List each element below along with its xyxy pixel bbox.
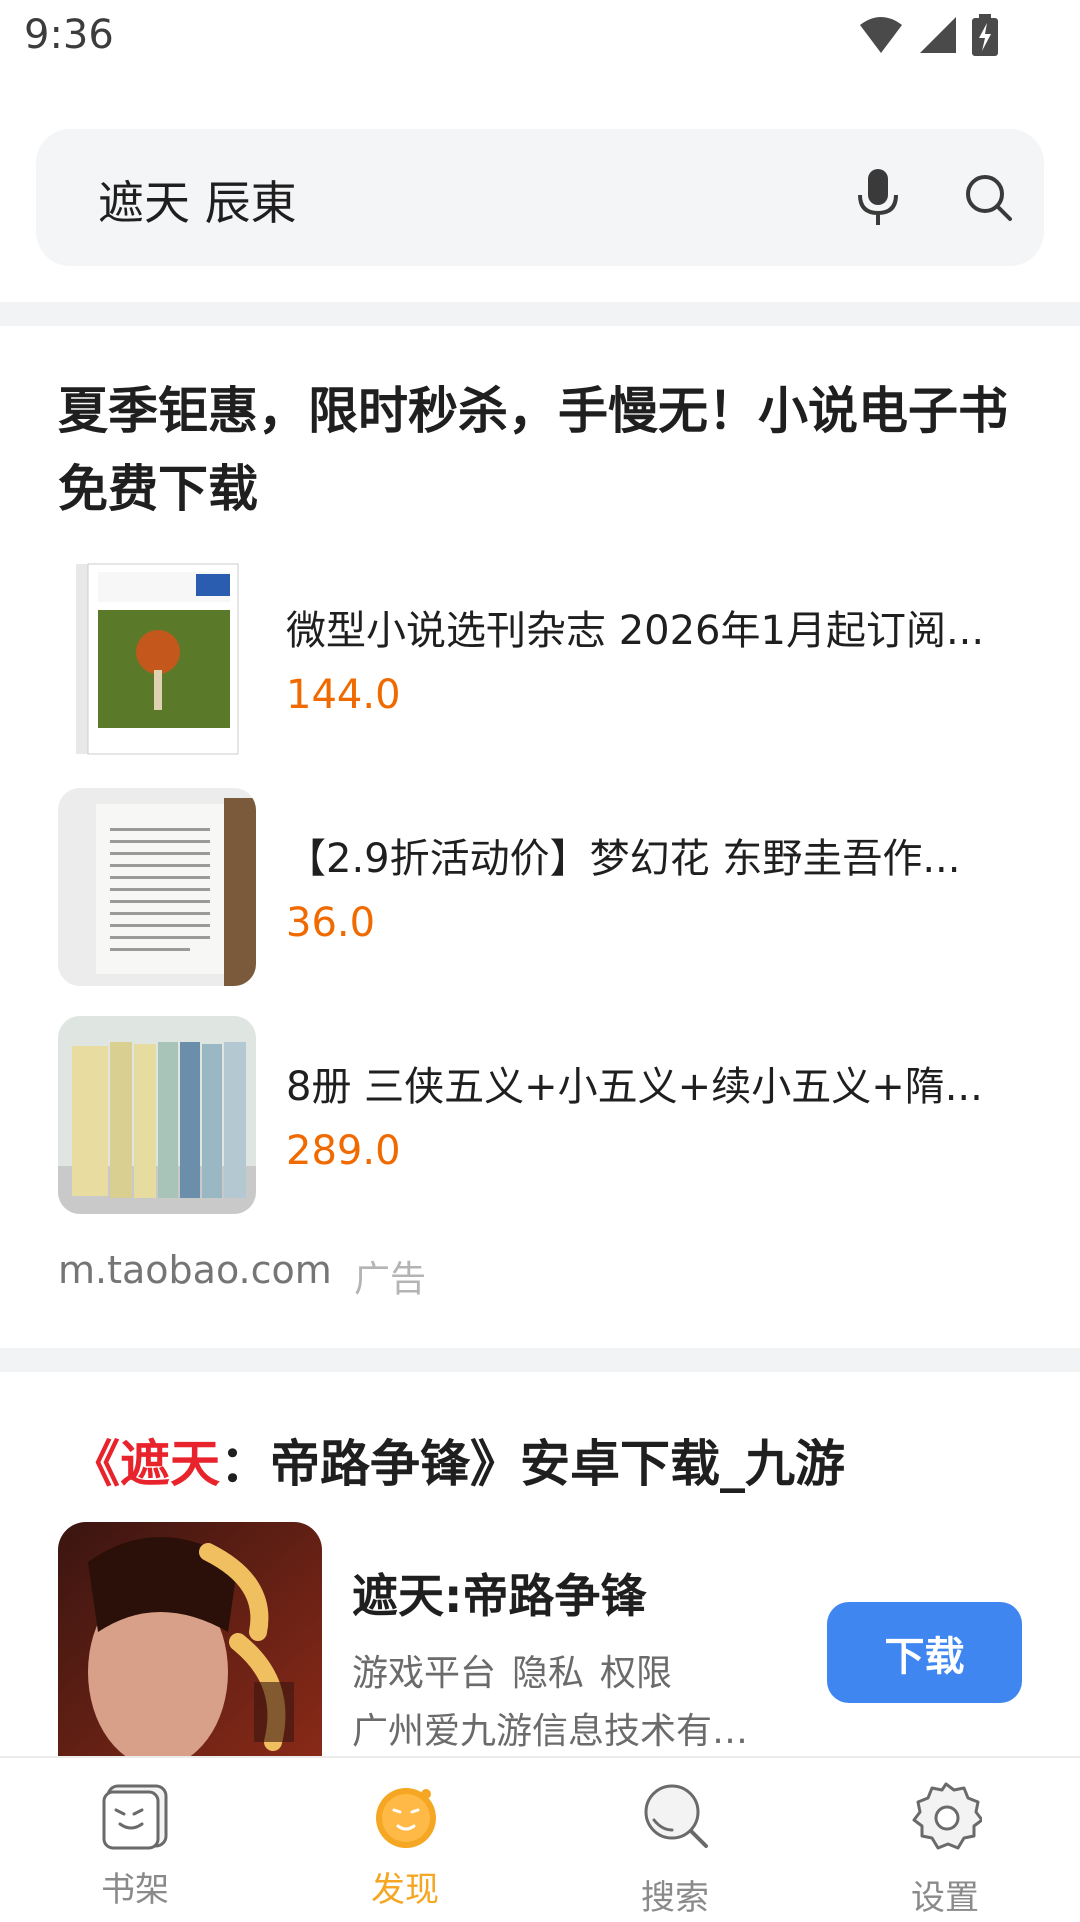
game-result-title[interactable]: 《遮天：帝路争锋》安卓下载_九游 xyxy=(70,1424,845,1496)
ad-source-domain[interactable]: m.taobao.com xyxy=(58,1248,332,1292)
product-name: 8册 三侠五义+小五义+续小五义+隋... xyxy=(286,1064,983,1110)
nav-label: 搜索 xyxy=(641,1878,709,1918)
product-thumbnail xyxy=(58,1016,256,1214)
status-bar: 9:36 xyxy=(0,0,1080,72)
section-divider xyxy=(0,302,1080,326)
game-app-icon[interactable] xyxy=(58,1522,322,1762)
nav-discover[interactable]: 发现 xyxy=(270,1758,540,1922)
search-bar[interactable]: 遮天 辰東 xyxy=(36,129,1044,266)
product-name: 微型小说选刊杂志 2026年1月起订阅... xyxy=(286,608,985,654)
nav-label: 书架 xyxy=(101,1870,169,1910)
wifi-icon xyxy=(860,17,902,53)
product-price: 144.0 xyxy=(286,672,401,718)
search-input[interactable]: 遮天 辰東 xyxy=(98,167,297,233)
battery-charging-icon xyxy=(972,14,998,56)
product-thumbnail xyxy=(58,788,256,986)
product-price: 36.0 xyxy=(286,900,376,946)
bottom-navigation: 书架 发现 搜索 设置 xyxy=(0,1756,1080,1922)
privacy-link[interactable]: 隐私 xyxy=(512,1644,584,1696)
cell-signal-icon xyxy=(920,17,956,53)
search-icon xyxy=(644,1784,708,1848)
product-name: 【2.9折活动价】梦幻花 东野圭吾作... xyxy=(286,836,961,882)
ad-label: 广告 xyxy=(354,1259,427,1300)
nav-settings[interactable]: 设置 xyxy=(810,1758,1080,1922)
game-developer: 广州爱九游信息技术有限... xyxy=(352,1711,782,1752)
game-meta-links: 游戏平台 隐私 权限 xyxy=(352,1644,672,1696)
permissions-link[interactable]: 权限 xyxy=(600,1644,672,1696)
search-icon[interactable] xyxy=(964,173,1014,223)
product-item[interactable]: 【2.9折活动价】梦幻花 东野圭吾作... 36.0 xyxy=(58,788,1018,988)
title-highlight: 遮天 xyxy=(120,1435,220,1493)
status-time: 9:36 xyxy=(24,12,114,58)
nav-label: 设置 xyxy=(911,1878,979,1918)
nav-bookshelf[interactable]: 书架 xyxy=(0,1758,270,1922)
microphone-icon[interactable] xyxy=(856,167,900,227)
game-name[interactable]: 遮天:帝路争锋 xyxy=(352,1560,646,1626)
discover-icon xyxy=(376,1788,436,1848)
platform-link[interactable]: 游戏平台 xyxy=(352,1644,496,1696)
bookshelf-icon xyxy=(102,1784,168,1850)
nav-search[interactable]: 搜索 xyxy=(540,1758,810,1922)
settings-gear-icon xyxy=(912,1782,982,1850)
title-open-bracket: 《 xyxy=(70,1435,120,1493)
product-price: 289.0 xyxy=(286,1128,401,1174)
title-rest: ：帝路争锋》安卓下载_九游 xyxy=(220,1435,845,1493)
nav-label: 发现 xyxy=(371,1870,439,1910)
section-divider xyxy=(0,1348,1080,1372)
ad-title[interactable]: 夏季钜惠，限时秒杀，手慢无！小说电子书免费下载 xyxy=(58,372,1018,528)
product-item[interactable]: 8册 三侠五义+小五义+续小五义+隋... 289.0 xyxy=(58,1016,1018,1216)
download-button[interactable]: 下载 xyxy=(827,1602,1022,1703)
product-thumbnail xyxy=(58,560,256,758)
product-item[interactable]: 微型小说选刊杂志 2026年1月起订阅... 144.0 xyxy=(58,560,1018,760)
